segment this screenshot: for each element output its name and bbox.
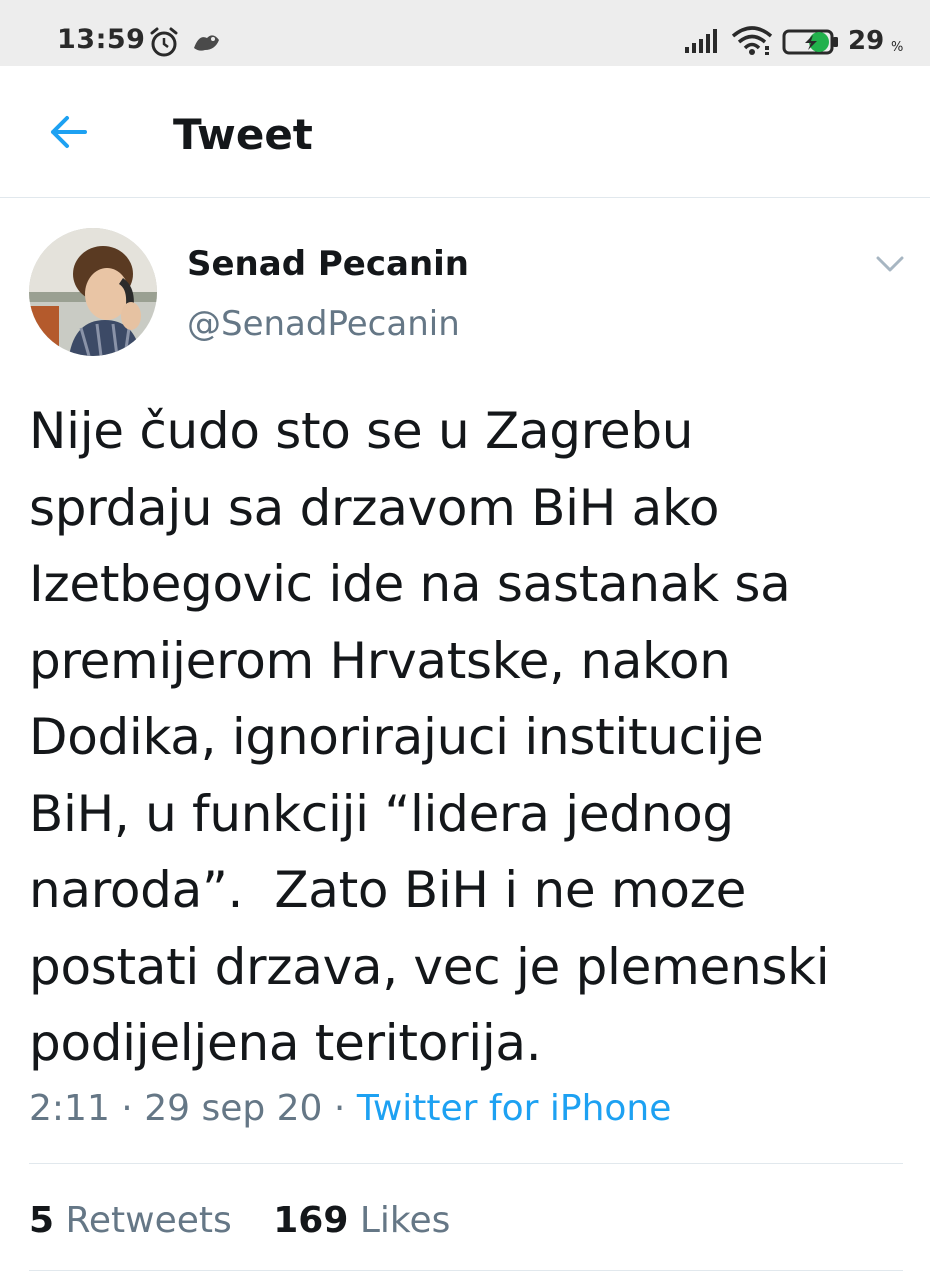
- status-time: 13:59: [57, 24, 146, 55]
- tweet-meta: 2:11 · 29 sep 20 · Twitter for iPhone: [29, 1088, 671, 1129]
- status-bar: 13:59 29 %: [0, 0, 930, 66]
- like-count: 169: [273, 1200, 349, 1241]
- retweet-count: 5: [29, 1200, 55, 1241]
- tweet-text: Nije čudo sto se u Zagrebu sprdaju sa dr…: [29, 402, 830, 1072]
- signal-icon: [685, 29, 717, 53]
- page-title: Tweet: [173, 110, 313, 159]
- meta-separator: ·: [121, 1088, 133, 1129]
- avatar[interactable]: [29, 228, 157, 356]
- tweet-source-link[interactable]: Twitter for iPhone: [357, 1088, 672, 1129]
- chevron-down-icon[interactable]: [872, 250, 908, 276]
- top-bar: Tweet: [0, 66, 930, 198]
- author-handle[interactable]: @SenadPecanin: [187, 304, 460, 344]
- arrow-left-icon[interactable]: [45, 110, 93, 154]
- battery-level: 29: [848, 26, 885, 56]
- divider: [29, 1163, 903, 1164]
- battery-unit: %: [891, 40, 904, 55]
- tweet-stats: 5 Retweets 169 Likes: [29, 1200, 450, 1241]
- divider: [29, 1270, 903, 1271]
- avatar-image: [29, 228, 157, 356]
- like-label: Likes: [359, 1200, 451, 1241]
- wifi-icon: [731, 26, 773, 55]
- tweet-date: 29 sep 20: [144, 1088, 323, 1129]
- author-name[interactable]: Senad Pecanin: [187, 244, 469, 284]
- retweets-stat[interactable]: 5 Retweets: [29, 1200, 232, 1241]
- app-notification-icon: [194, 35, 219, 51]
- tweet-time: 2:11: [29, 1088, 110, 1129]
- alarm-icon: [150, 27, 178, 57]
- battery-charging-icon: [782, 29, 838, 55]
- meta-separator: ·: [333, 1088, 346, 1129]
- retweet-label: Retweets: [65, 1200, 232, 1241]
- likes-stat[interactable]: 169 Likes: [273, 1200, 450, 1241]
